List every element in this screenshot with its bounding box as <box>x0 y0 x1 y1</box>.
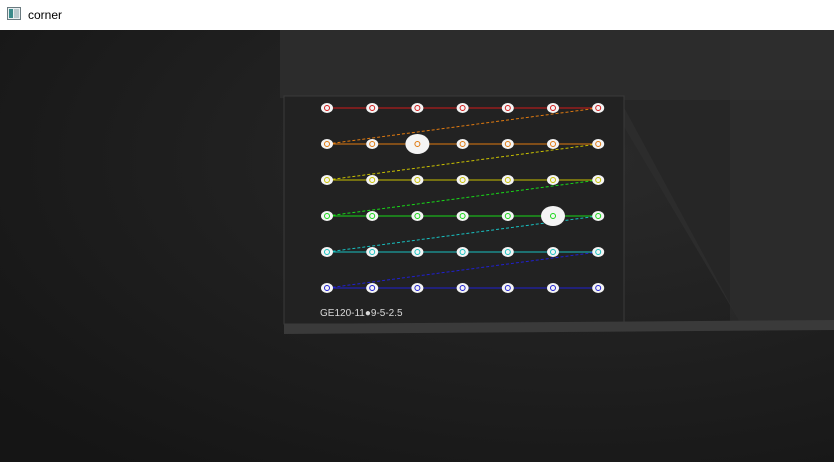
circle-marker <box>366 211 379 221</box>
circle-marker <box>592 211 605 221</box>
circle-marker <box>411 211 424 221</box>
circle-marker <box>456 139 469 149</box>
circle-marker <box>547 247 559 257</box>
board-label: GE120-11●9-5-2.5 <box>320 308 403 319</box>
circle-marker <box>366 139 379 149</box>
circle-marker <box>321 175 333 185</box>
window-titlebar[interactable]: corner <box>0 0 834 30</box>
circle-marker <box>501 283 514 293</box>
circle-marker <box>592 247 605 257</box>
circle-marker <box>456 211 469 221</box>
circle-marker <box>456 175 469 185</box>
circle-marker <box>366 103 379 113</box>
circle-marker <box>411 175 424 185</box>
circle-marker <box>547 103 559 113</box>
circle-marker <box>366 247 379 257</box>
circle-marker <box>592 103 605 113</box>
calibration-board <box>284 96 624 324</box>
circle-marker <box>321 211 333 221</box>
circle-marker <box>321 103 333 113</box>
circle-marker <box>501 247 514 257</box>
large-circle-marker <box>405 134 430 154</box>
circle-marker <box>366 175 379 185</box>
circle-marker <box>592 175 605 185</box>
circle-marker <box>547 283 559 293</box>
opencv-window: corner GE120-11●9-5-2.5 <box>0 0 834 462</box>
circle-marker <box>411 103 424 113</box>
circle-marker <box>501 103 514 113</box>
circle-marker <box>321 139 333 149</box>
circle-marker <box>501 139 514 149</box>
circle-marker <box>456 283 469 293</box>
circle-marker <box>501 175 514 185</box>
right-panel <box>730 30 834 330</box>
window-title: corner <box>28 8 63 22</box>
camera-image-canvas[interactable]: GE120-11●9-5-2.5 <box>0 30 834 462</box>
circle-marker <box>321 283 333 293</box>
calibration-scene: GE120-11●9-5-2.5 <box>0 30 834 462</box>
circle-marker <box>366 283 379 293</box>
circle-marker <box>501 211 514 221</box>
circle-marker <box>411 247 424 257</box>
circle-marker <box>456 247 469 257</box>
circle-marker <box>411 283 424 293</box>
circle-marker <box>456 103 469 113</box>
window-app-icon <box>7 7 21 20</box>
large-circle-marker <box>541 206 565 226</box>
circle-marker <box>321 247 333 257</box>
circle-marker <box>592 139 605 149</box>
circle-marker <box>592 283 605 293</box>
circle-marker <box>547 139 559 149</box>
circle-marker <box>547 175 559 185</box>
